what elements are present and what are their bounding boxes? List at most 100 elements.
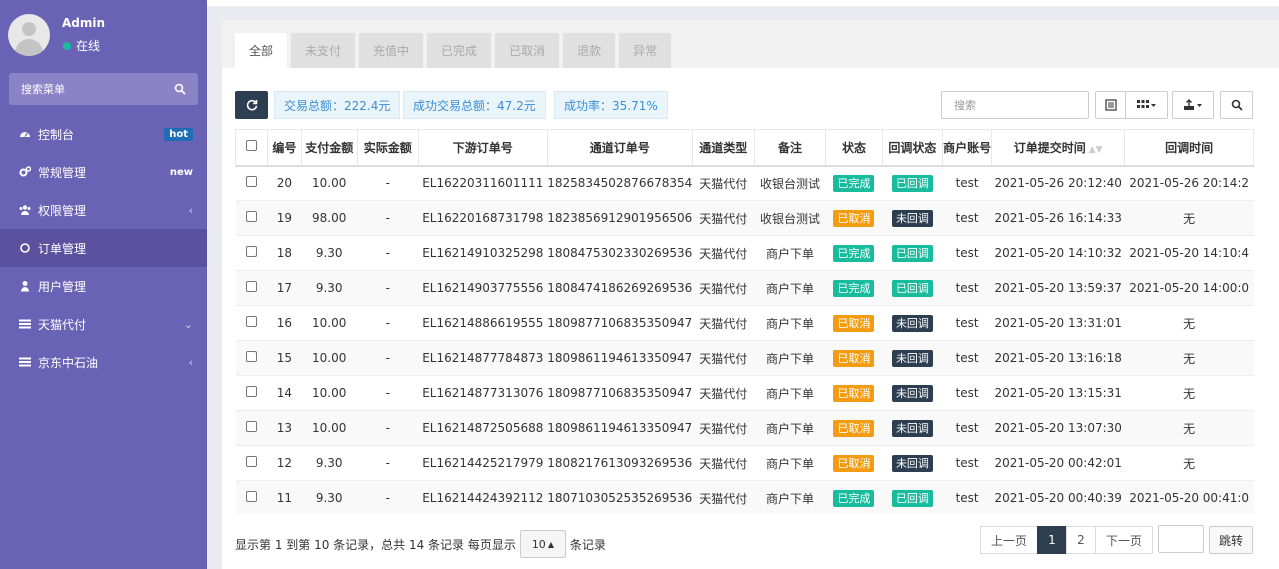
table-cell: 无 [1124,445,1254,481]
next-page-button[interactable]: 下一页 [1095,526,1153,554]
table-search-input[interactable]: 搜索 [941,91,1089,119]
table-row[interactable]: 19 98.00- EL16220168731798 1823856912901956… [235,200,1254,236]
table-cell: 1808474186269269536 [547,270,693,306]
table-cell: 9.30 [301,480,358,514]
users-group-icon [19,204,31,216]
sidebar-item-tmall[interactable]: 天猫代付 ⌄ [0,305,207,343]
tab-completed[interactable]: 已完成 [427,33,492,68]
tab-refund[interactable]: 退款 [563,33,616,68]
table-row[interactable]: 14 10.00- EL16214877313076 1809877106835350… [235,375,1254,411]
page-size-dropdown[interactable]: 10 ▲ [519,530,566,558]
list-icon [19,356,31,368]
user-panel: Admin 在线 [8,12,203,58]
table-body: 20 10.00- EL16220311601111 1825834502876678… [235,165,1254,514]
sidebar-search-input[interactable]: 搜索菜单 [9,73,198,105]
jump-page-input[interactable] [1158,525,1204,553]
table-row[interactable]: 17 9.30- EL16214903775556 18084741862692695… [235,270,1254,306]
search-button[interactable] [1220,91,1253,119]
column-header[interactable]: 实际金额 [356,129,419,167]
tab-unpaid[interactable]: 未支付 [291,33,356,68]
column-header[interactable]: 支付金额 [300,129,358,167]
column-header-sortable[interactable]: 订单提交时间 ▲▼ [991,129,1126,167]
column-header[interactable]: 状态 [825,129,883,167]
tab-abnormal[interactable]: 异常 [619,33,672,68]
column-header[interactable]: 通道订单号 [546,129,693,167]
avatar[interactable] [8,14,50,56]
row-checkbox[interactable] [246,491,257,503]
table-cell: 11 [267,480,302,514]
table-cell: 已取消 [825,200,883,236]
row-checkbox[interactable] [246,281,257,292]
row-select-cell [235,305,268,341]
user-icon [19,280,31,292]
column-header[interactable]: 下游订单号 [417,129,548,167]
table-cell: 已回调 [882,235,943,271]
table-row[interactable]: 12 9.30- EL16214425217979 18082176130932695… [235,445,1254,481]
jump-button[interactable]: 跳转 [1209,526,1253,554]
sidebar-item-jd[interactable]: 京东中石油 ‹ [0,343,207,381]
row-checkbox[interactable] [246,246,257,257]
table-cell: 17 [267,270,302,306]
status-badge: 已取消 [833,314,875,332]
sidebar-item-permissions[interactable]: 权限管理 ‹ [0,191,207,229]
table-cell: - [357,165,419,201]
sidebar-item-general[interactable]: 常规管理 new [0,153,207,191]
row-checkbox[interactable] [246,421,257,432]
export-dropdown-button[interactable] [1172,91,1214,119]
column-header[interactable]: 回调状态 [881,129,944,167]
table-cell: 无 [1124,305,1254,341]
column-header[interactable]: 备注 [753,129,827,167]
table-row[interactable]: 18 9.30- EL16214910325298 18084753023302695… [235,235,1254,271]
page-2-button[interactable]: 2 [1066,526,1096,554]
sidebar-item-dashboard[interactable]: 控制台 hot [0,115,207,153]
row-checkbox[interactable] [246,456,257,467]
table-row[interactable]: 16 10.00- EL16214886619555 1809877106835350… [235,305,1254,341]
export-icon [1184,99,1202,110]
table-cell: 2021-05-20 00:41:0 [1124,480,1254,514]
toggle-view-button[interactable] [1095,91,1126,119]
select-all-checkbox[interactable] [246,140,257,152]
row-select-cell [235,340,268,376]
column-header[interactable]: 通道类型 [691,129,755,167]
table-cell: 天猫代付 [692,165,755,201]
page-1-button[interactable]: 1 [1037,526,1067,554]
table-cell: 1807103052535269536 [547,480,693,514]
column-header[interactable]: 商户账号 [942,129,993,167]
table-cell: 未回调 [882,445,943,481]
table-row[interactable]: 15 10.00- EL16214877784873 1809861194613350… [235,340,1254,376]
columns-dropdown-button[interactable] [1125,91,1168,119]
table-cell: EL16214425217979 [418,445,548,481]
table-cell: 18 [267,235,302,271]
online-dot-icon [63,41,71,50]
table-cell: 1823856912901956506 [547,200,693,236]
column-header[interactable]: 回调时间 [1124,129,1254,167]
callback-status-badge: 已回调 [891,489,933,507]
table-row[interactable]: 20 10.00- EL16220311601111 1825834502876678… [235,165,1254,201]
row-checkbox[interactable] [246,176,257,188]
pagination-info: 显示第 1 到第 10 条记录，总共 14 条记录 每页显示 10 ▲ 条记录 [235,530,606,558]
tab-all[interactable]: 全部 [235,33,288,68]
table-cell: 已取消 [825,375,883,411]
table-cell: 商户下单 [754,480,826,514]
status-tabs: 全部 未支付 充值中 已完成 已取消 退款 异常 [235,33,675,68]
row-checkbox[interactable] [246,316,257,327]
table-cell: 1808217613093269536 [547,445,693,481]
row-checkbox[interactable] [246,386,257,397]
prev-page-button[interactable]: 上一页 [980,526,1038,554]
row-checkbox[interactable] [246,211,257,222]
table-cell: 天猫代付 [692,200,755,236]
row-checkbox[interactable] [246,351,257,362]
tab-recharging[interactable]: 充值中 [359,33,424,68]
chevron-left-icon: ‹ [188,203,193,217]
table-cell: EL16214872505688 [418,410,548,446]
table-row[interactable]: 11 9.30- EL16214424392112 18071030525352695… [235,480,1254,514]
table-cell: 天猫代付 [692,480,755,514]
sidebar-item-users[interactable]: 用户管理 [0,267,207,305]
sidebar-item-orders[interactable]: 订单管理 [0,229,207,267]
column-header[interactable]: 编号 [267,129,302,167]
table-row[interactable]: 13 10.00- EL16214872505688 1809861194613350… [235,410,1254,446]
search-icon[interactable] [174,83,186,95]
table-cell: 10.00 [301,305,358,341]
tab-cancelled[interactable]: 已取消 [495,33,560,68]
refresh-button[interactable] [235,91,268,119]
